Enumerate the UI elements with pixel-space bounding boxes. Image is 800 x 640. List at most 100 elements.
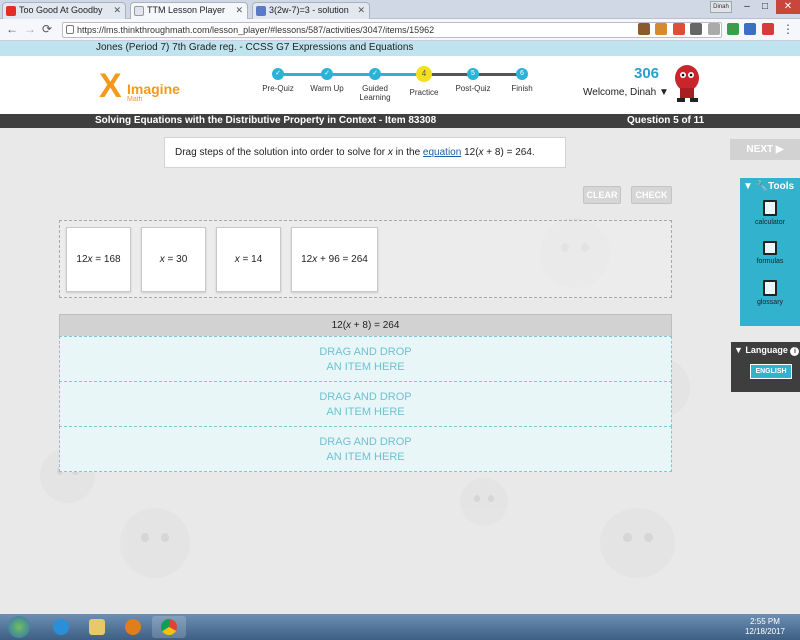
extension-icon[interactable]: [762, 23, 774, 35]
clear-button[interactable]: CLEAR: [583, 186, 621, 204]
lesson-title-bar: Solving Equations with the Distributive …: [0, 114, 800, 128]
prompt-text: + 8) = 264.: [483, 147, 535, 158]
answer-card-bank: 12x = 168 x = 30 x = 14 12x + 96 = 264: [59, 220, 672, 298]
check-button[interactable]: CHECK: [631, 186, 672, 204]
browser-tab-brainly[interactable]: 3(2w-7)=3 - solution ✕: [252, 2, 370, 19]
drop-zone-label: DRAG AND DROP: [319, 346, 412, 358]
equation-text: + 8) = 264: [351, 320, 400, 331]
english-language-button[interactable]: ENGLISH: [750, 364, 792, 379]
star-icon[interactable]: [708, 23, 720, 35]
language-heading: ▼ Language: [734, 345, 788, 355]
drop-zone-label: DRAG AND DROP: [319, 436, 412, 448]
close-icon[interactable]: ✕: [113, 3, 121, 18]
windows-taskbar: 2:55 PM 12/18/2017: [0, 614, 800, 640]
step-finish-label: Finish: [511, 84, 533, 93]
glossary-tool[interactable]: glossary: [740, 280, 800, 306]
step-pre-quiz-label: Pre-Quiz: [262, 84, 294, 93]
card-text: = 30: [164, 254, 188, 265]
solution-drop-list: 12(x + 8) = 264 DRAG AND DROP AN ITEM HER…: [59, 314, 672, 472]
logo-subtitle: Math: [127, 96, 143, 103]
drop-zone[interactable]: DRAG AND DROP AN ITEM HERE: [59, 426, 672, 472]
taskbar-chrome[interactable]: [152, 616, 186, 638]
minimize-button[interactable]: –: [738, 0, 756, 14]
maximize-button[interactable]: □: [756, 0, 774, 14]
calculator-icon: [763, 200, 777, 216]
draggable-step-card[interactable]: x = 14: [216, 227, 281, 292]
back-arrow-icon[interactable]: ←: [6, 23, 18, 36]
step-practice-marker: 4: [416, 66, 432, 82]
page-icon: [134, 6, 144, 16]
drop-zone-label: AN ITEM HERE: [326, 406, 405, 418]
prompt-text: 12(: [461, 147, 479, 158]
extension-icon[interactable]: [727, 23, 739, 35]
browser-tab-youtube[interactable]: Too Good At Goodby ✕: [2, 2, 126, 19]
folder-icon: [89, 619, 105, 635]
browser-tab-lesson-player[interactable]: TTM Lesson Player ✕: [130, 2, 248, 19]
step-post-quiz-label: Post-Quiz: [455, 84, 491, 93]
window-close-button[interactable]: ✕: [776, 0, 800, 14]
card-text: 12: [301, 254, 313, 265]
forward-arrow-icon[interactable]: →: [24, 23, 36, 36]
language-panel: ▼ Language i ENGLISH: [731, 342, 800, 392]
avatar[interactable]: [667, 60, 707, 104]
welcome-user-menu[interactable]: Welcome, Dinah ▼: [583, 87, 669, 98]
tool-label: glossary: [756, 299, 784, 306]
browser-profile-badge[interactable]: Dinah: [710, 1, 732, 13]
card-text: = 168: [92, 254, 121, 265]
next-button[interactable]: NEXT ▶: [730, 139, 800, 160]
menu-icon[interactable]: ⋮: [782, 23, 794, 36]
tool-label: calculator: [755, 219, 785, 226]
reload-icon[interactable]: ⟳: [42, 23, 52, 36]
media-player-icon: [125, 619, 141, 635]
close-icon[interactable]: ✕: [235, 3, 243, 18]
chrome-icon: [161, 619, 177, 635]
step-finish-marker: 6: [516, 68, 528, 80]
taskbar-internet-explorer[interactable]: [44, 616, 78, 638]
activity-area: Drag steps of the solution into order to…: [0, 128, 800, 614]
draggable-step-card[interactable]: 12x + 96 = 264: [291, 227, 378, 292]
drop-zone[interactable]: DRAG AND DROP AN ITEM HERE: [59, 381, 672, 427]
taskbar-media-player[interactable]: [116, 616, 150, 638]
step-pre-quiz-marker: ✓: [272, 68, 284, 80]
extension-icon[interactable]: [690, 23, 702, 35]
glossary-icon: [763, 280, 777, 296]
formulas-icon: [763, 241, 777, 255]
extension-icon[interactable]: [638, 23, 650, 35]
windows-start-button[interactable]: [8, 616, 30, 638]
card-text: + 96 = 264: [317, 254, 368, 265]
glossary-link-equation[interactable]: equation: [423, 147, 461, 158]
step-warm-up-label: Warm Up: [310, 84, 344, 93]
step-post-quiz-marker: 5: [467, 68, 479, 80]
extension-icon[interactable]: [744, 23, 756, 35]
info-icon[interactable]: i: [790, 347, 800, 356]
system-clock[interactable]: 2:55 PM 12/18/2017: [740, 617, 790, 637]
calculator-tool[interactable]: calculator: [740, 200, 800, 226]
background-emoji-decoration: [600, 508, 675, 578]
language-panel-toggle[interactable]: ▼ Language i: [731, 342, 800, 356]
extension-icon[interactable]: [655, 23, 667, 35]
card-text: 12: [76, 254, 88, 265]
step-guided-learning-marker: ✓: [369, 68, 381, 80]
prompt-text: Drag steps of the solution into order to…: [175, 147, 388, 158]
tab-title: Too Good At Goodby: [19, 5, 103, 15]
taskbar-file-explorer[interactable]: [80, 616, 114, 638]
background-emoji-decoration: [120, 508, 190, 578]
internet-explorer-icon: [53, 619, 69, 635]
address-toolbar: ← → ⟳ https://lms.thinkthroughmath.com/l…: [0, 19, 800, 41]
youtube-icon: [6, 6, 16, 16]
draggable-step-card[interactable]: 12x = 168: [66, 227, 131, 292]
draggable-step-card[interactable]: x = 30: [141, 227, 206, 292]
drop-zone-label: AN ITEM HERE: [326, 361, 405, 373]
drop-zone-label: DRAG AND DROP: [319, 391, 412, 403]
tool-label: formulas: [756, 258, 784, 265]
background-emoji-decoration: [460, 478, 508, 526]
question-prompt: Drag steps of the solution into order to…: [164, 137, 566, 168]
tools-panel-toggle[interactable]: ▼ 🔧Tools: [740, 178, 800, 192]
step-practice-label: Practice: [409, 88, 439, 97]
formulas-tool[interactable]: formulas: [740, 241, 800, 265]
drop-zone[interactable]: DRAG AND DROP AN ITEM HERE: [59, 336, 672, 382]
url-input[interactable]: https://lms.thinkthroughmath.com/lesson_…: [62, 22, 722, 38]
lesson-title: Solving Equations with the Distributive …: [95, 115, 437, 126]
close-icon[interactable]: ✕: [357, 3, 365, 18]
extension-icon[interactable]: [673, 23, 685, 35]
